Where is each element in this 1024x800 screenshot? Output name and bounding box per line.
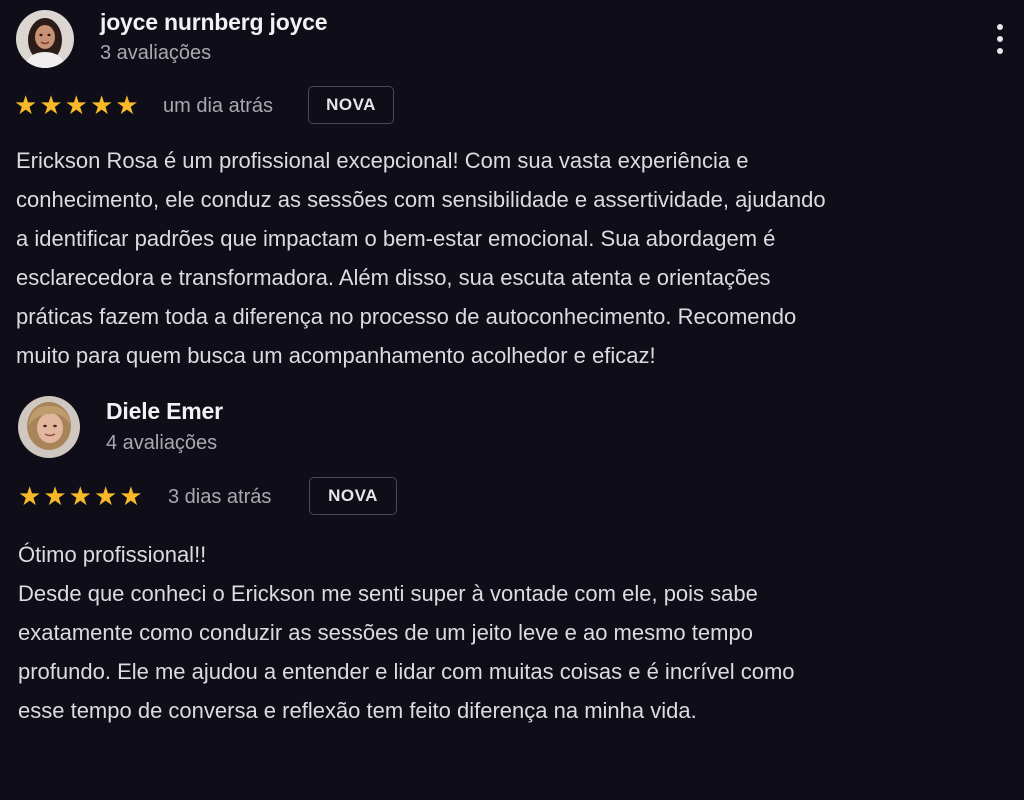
new-badge: NOVA [309,477,397,515]
review-text-line: práticas fazem toda a diferença no proce… [16,304,797,329]
star-icon: ★ [14,90,38,120]
star-icon: ★ [64,90,88,120]
review-text-line: muito para quem busca um acompanhamento … [16,343,656,368]
review-text-line: profundo. Ele me ajudou a entender e lid… [18,659,795,684]
review-time: 3 dias atrás [168,486,272,508]
review-card: Diele Emer 4 avaliações ★ ★ ★ ★ ★ 3 dias… [0,390,1024,790]
review-text-line: Desde que conheci o Erickson me senti su… [18,581,758,606]
avatar[interactable] [18,396,80,458]
avatar[interactable] [16,10,74,68]
star-icon: ★ [43,481,67,511]
star-rating: ★ ★ ★ ★ ★ [18,483,143,509]
reviewer-name[interactable]: Diele Emer [106,398,223,425]
reviews-page: joyce nurnberg joyce 3 avaliações ★ ★ ★ … [0,0,1024,800]
reviewer-name[interactable]: joyce nurnberg joyce [100,9,328,36]
review-count: 3 avaliações [100,42,212,64]
star-icon: ★ [115,90,139,120]
star-rating: ★ ★ ★ ★ ★ [14,92,139,118]
review-text-line: conhecimento, ele conduz as sessões com … [16,187,826,212]
star-icon: ★ [93,481,118,511]
review-text-line: exatamente como conduzir as sessões de u… [18,620,753,645]
review-card: joyce nurnberg joyce 3 avaliações ★ ★ ★ … [0,0,1024,390]
review-text: Erickson Rosa é um profissional excepcio… [16,141,826,375]
more-vert-icon[interactable] [990,24,1010,54]
star-icon: ★ [119,481,143,511]
review-time: um dia atrás [163,95,274,117]
review-text-line: Erickson Rosa é um profissional excepcio… [16,148,749,173]
star-icon: ★ [39,90,63,120]
review-text-line: esclarecedora e transformadora. Além dis… [16,265,771,290]
review-count: 4 avaliações [106,432,218,454]
new-badge: NOVA [308,86,394,124]
star-icon: ★ [18,481,42,511]
review-text: Ótimo profissional!! Desde que conheci o… [18,535,795,730]
star-icon: ★ [68,481,92,511]
review-text-line: Ótimo profissional!! [18,542,207,567]
review-text-line: a identificar padrões que impactam o bem… [16,226,776,251]
star-icon: ★ [89,90,114,120]
review-text-line: esse tempo de conversa e reflexão tem fe… [18,698,697,723]
